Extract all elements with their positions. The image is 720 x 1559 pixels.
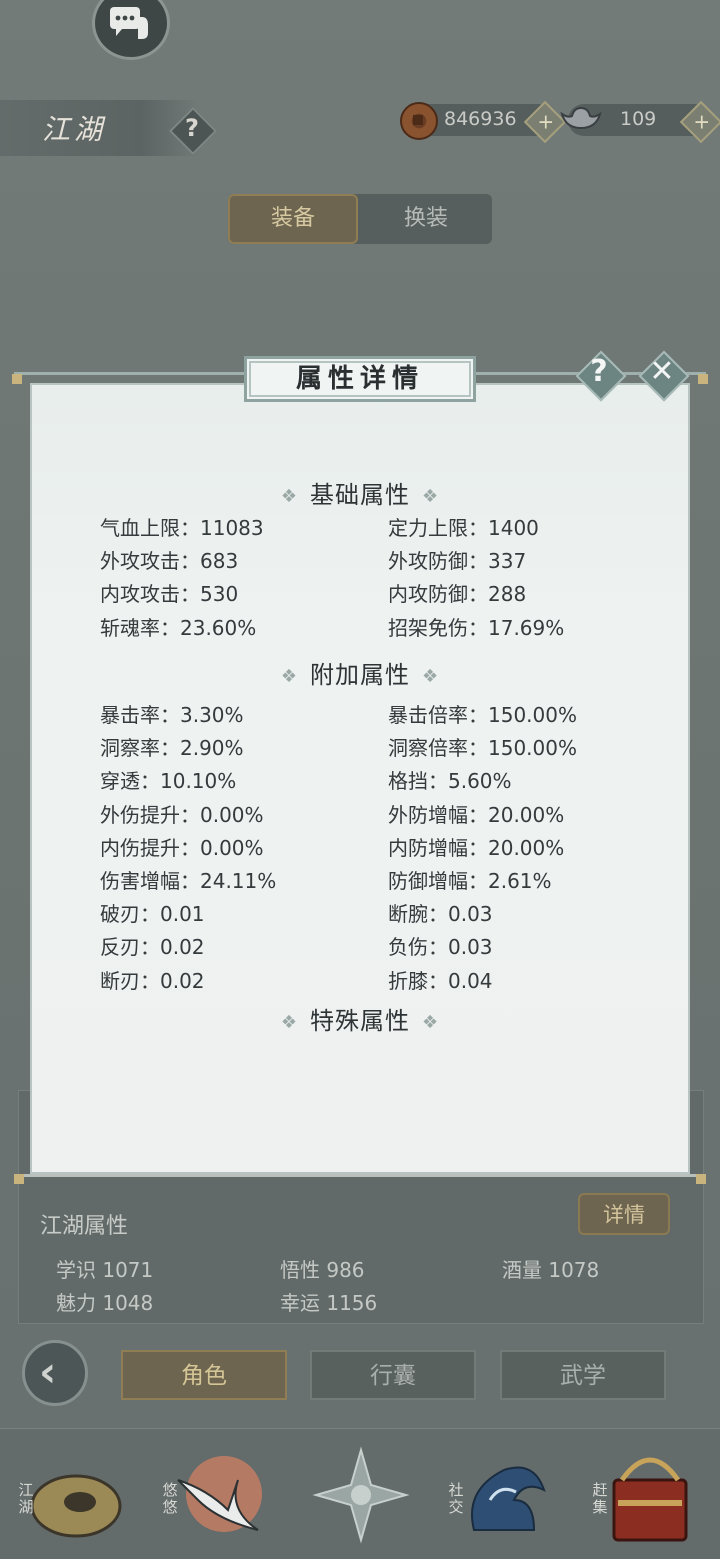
tab-inventory[interactable]: 行囊 [310, 1350, 476, 1400]
compass-star-icon [312, 1446, 410, 1544]
corner-ornament-icon [12, 374, 22, 384]
section-basic: ❖ 基础属性 ❖ [30, 475, 690, 510]
copper-coin-icon [400, 102, 438, 140]
modal-help-button[interactable]: ? [575, 350, 627, 402]
back-arrow-icon: ‹ [39, 1347, 57, 1396]
dock-jianghu[interactable]: 江湖 [14, 1440, 124, 1550]
dock-market[interactable]: 赶集 [588, 1440, 698, 1550]
dock-youyou[interactable]: 悠悠 [158, 1440, 268, 1550]
stat-soul-slash-rate: 斩魂率：23.60% [100, 616, 257, 640]
corner-ornament-icon [698, 374, 708, 384]
diamond-ornament-icon: ❖ [422, 665, 440, 687]
stat-insight-multiplier: 洞察倍率：150.00% [388, 736, 577, 760]
diamond-ornament-icon: ❖ [422, 1011, 440, 1033]
stat-penetration: 穿透：10.10% [100, 769, 237, 793]
stat-inner-defense: 内攻防御：288 [388, 582, 527, 606]
tab-equipment[interactable]: 装备 [228, 194, 358, 244]
stat-insight-rate: 洞察率：2.90% [100, 736, 244, 760]
stat-charm: 魅力 1048 [56, 1291, 154, 1315]
stat-parry-reduction: 招架免伤：17.69% [388, 616, 565, 640]
stat-hp-max: 气血上限：11083 [100, 516, 264, 540]
chat-bubble-icon [110, 7, 148, 39]
help-question-icon: ? [185, 114, 199, 142]
stat-crit-rate: 暴击率：3.30% [100, 703, 244, 727]
modal-close-button[interactable]: ✕ [638, 350, 690, 402]
stat-drinking: 酒量 1078 [502, 1258, 600, 1282]
help-button[interactable]: ? [168, 106, 218, 156]
stat-crit-multiplier: 暴击倍率：150.00% [388, 703, 577, 727]
stat-counter-blade: 反刃：0.02 [100, 935, 205, 959]
dock-label-social: 社交 [448, 1481, 464, 1516]
dock-label-jianghu: 江湖 [18, 1481, 34, 1516]
diamond-ornament-icon: ❖ [280, 1011, 298, 1033]
stat-sever-blade: 断刃：0.02 [100, 969, 205, 993]
section-basic-title: 基础属性 [310, 481, 410, 509]
stat-comprehension: 悟性 986 [280, 1258, 365, 1282]
stat-knowledge: 学识 1071 [56, 1258, 154, 1282]
silver-ingot-icon [560, 106, 602, 130]
help-question-icon: ? [590, 354, 608, 389]
stat-block: 格挡：5.60% [388, 769, 512, 793]
stat-luck: 幸运 1156 [280, 1291, 378, 1315]
stat-damage-amp: 伤害增幅：24.11% [100, 869, 277, 893]
diamond-ornament-icon: ❖ [280, 485, 298, 507]
stat-outer-attack: 外攻攻击：683 [100, 549, 239, 573]
corner-ornament-icon [696, 1174, 706, 1184]
section-extra-title: 附加属性 [310, 661, 410, 689]
stat-outer-defense-amp: 外防增幅：20.00% [388, 803, 565, 827]
stat-injury: 负伤：0.03 [388, 935, 493, 959]
section-extra: ❖ 附加属性 ❖ [30, 655, 690, 690]
stat-inner-attack: 内攻攻击：530 [100, 582, 239, 606]
stat-inner-defense-amp: 内防增幅：20.00% [388, 836, 565, 860]
stat-outer-damage-up: 外伤提升：0.00% [100, 803, 264, 827]
diamond-ornament-icon: ❖ [280, 665, 298, 687]
section-special: ❖ 特殊属性 ❖ [30, 1001, 690, 1036]
dock-center[interactable] [306, 1440, 416, 1550]
close-icon: ✕ [649, 354, 675, 389]
dock-social[interactable]: 社交 [444, 1440, 554, 1550]
modal-title: 属性详情 [295, 364, 424, 394]
back-button[interactable]: ‹ [22, 1340, 88, 1406]
detail-button[interactable]: 详情 [578, 1193, 670, 1235]
diamond-ornament-icon: ❖ [422, 485, 440, 507]
stat-break-wrist: 断腕：0.03 [388, 902, 493, 926]
stat-outer-defense: 外攻防御：337 [388, 549, 527, 573]
dock-label-youyou: 悠悠 [162, 1481, 178, 1516]
jianghu-title: 江湖属性 [40, 1214, 129, 1239]
stat-break-blade: 破刃：0.01 [100, 902, 205, 926]
stat-inner-damage-up: 内伤提升：0.00% [100, 836, 264, 860]
corner-ornament-icon [14, 1174, 24, 1184]
page-title: 江湖 [42, 113, 107, 146]
stat-break-knee: 折膝：0.04 [388, 969, 493, 993]
section-special-title: 特殊属性 [310, 1007, 410, 1035]
silver-value: 109 [620, 108, 657, 130]
stat-focus-max: 定力上限：1400 [388, 516, 539, 540]
modal-bottom-border [14, 1174, 706, 1187]
tab-outfit[interactable]: 换装 [362, 194, 490, 244]
tab-character[interactable]: 角色 [121, 1350, 287, 1400]
dock-label-market: 赶集 [592, 1481, 608, 1516]
stat-defense-amp: 防御增幅：2.61% [388, 869, 552, 893]
tab-martial-arts[interactable]: 武学 [500, 1350, 666, 1400]
coin-value: 846936 [444, 108, 517, 130]
